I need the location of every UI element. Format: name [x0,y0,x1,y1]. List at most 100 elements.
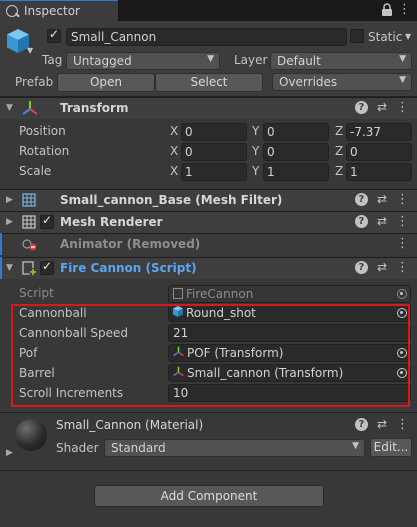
axis-y-label: Y [252,144,260,158]
mesh-renderer-enabled-checkbox[interactable] [40,213,54,229]
preset-sliders-icon[interactable]: ⇄ [377,215,387,228]
component-header-icons: ? ⇄ ⋮ [354,193,409,206]
script-add-icon [22,261,37,279]
component-header-icons: ? ⇄ ⋮ [354,101,409,114]
tab-label: Inspector [24,4,80,18]
axis-z-label: Z [335,164,344,178]
position-label: Position [19,124,66,138]
axis-x-label: X [170,164,179,178]
gameobject-header: ▼ Small_Cannon Static ▼ Tag Untagged ▼ L… [0,21,417,97]
component-menu-icon[interactable]: ⋮ [396,101,409,114]
rotation-z-field[interactable]: 0 [346,143,412,161]
object-name-field[interactable]: Small_Cannon [66,28,347,46]
tag-dropdown[interactable]: Untagged ▼ [66,52,220,70]
preset-sliders-icon[interactable]: ⇄ [377,261,387,274]
axis-z-label: Z [335,144,344,158]
object-picker-icon [397,289,407,299]
help-icon[interactable]: ? [354,261,368,274]
chevron-down-icon: ▼ [399,54,406,64]
foldout-collapsed-icon[interactable]: ▶ [6,217,13,227]
animator-removed-icon [22,237,38,254]
tab-inspector[interactable]: Inspector [0,0,118,21]
script-field: FireCannon [168,285,411,303]
mesh-filter-title: Small_cannon_Base (Mesh Filter) [60,193,283,207]
script-value: FireCannon [186,287,254,301]
tag-value: Untagged [73,54,132,68]
axis-y-label: Y [252,164,260,178]
layer-value: Default [277,54,321,68]
component-header-icons: ? ⇄ ⋮ [354,261,409,274]
mesh-renderer-title: Mesh Renderer [60,215,163,229]
axis-x-label: X [170,144,179,158]
preset-sliders-icon[interactable]: ⇄ [377,101,387,114]
help-icon[interactable]: ? [354,101,368,114]
prefab-open-button[interactable]: Open [57,73,155,92]
script-label: Script [19,286,54,300]
transform-header[interactable]: ▼ Transform ? ⇄ ⋮ [0,97,417,119]
component-menu-icon[interactable]: ⋮ [396,237,409,250]
position-x-field[interactable]: 0 [181,123,247,141]
tab-bar: Inspector ⋮ [0,0,417,21]
preset-sliders-icon[interactable]: ⇄ [377,418,387,431]
animator-removed-title: Animator (Removed) [60,237,201,251]
chevron-down-icon: ▼ [352,441,359,451]
static-checkbox[interactable] [350,29,364,43]
foldout-collapsed-icon[interactable]: ▶ [6,448,13,458]
component-menu-icon[interactable]: ⋮ [396,193,409,206]
shader-value: Standard [111,441,166,455]
animator-removed-header[interactable]: Animator (Removed) ⋮ [0,233,417,255]
foldout-expanded-icon[interactable]: ▼ [6,263,13,273]
shader-edit-button[interactable]: Edit... [370,438,412,457]
material-header-icons: ? ⇄ ⋮ [354,418,409,431]
override-indicator [0,257,2,279]
position-y-field[interactable]: 0 [263,123,329,141]
material-preview-sphere[interactable] [15,419,47,451]
prefab-overrides-dropdown[interactable]: Overrides ▼ [272,73,412,91]
scale-x-field[interactable]: 1 [181,163,247,181]
help-icon[interactable]: ? [354,193,368,206]
layer-dropdown[interactable]: Default ▼ [270,52,412,70]
foldout-expanded-icon[interactable]: ▼ [6,103,13,113]
lock-icon[interactable] [381,3,393,17]
scale-y-field[interactable]: 1 [263,163,329,181]
mesh-filter-icon [22,193,36,210]
scale-z-field[interactable]: 1 [346,163,412,181]
help-icon[interactable]: ? [354,418,368,431]
help-icon[interactable]: ? [354,215,368,228]
preset-sliders-icon[interactable]: ⇄ [377,193,387,206]
static-label: Static [368,30,403,44]
component-menu-icon[interactable]: ⋮ [396,215,409,228]
component-menu-icon[interactable]: ⋮ [396,418,409,431]
add-component-button[interactable]: Add Component [94,485,324,507]
transform-title: Transform [60,101,129,115]
foldout-collapsed-icon[interactable]: ▶ [6,195,13,205]
static-dropdown-caret-icon[interactable]: ▼ [405,32,411,41]
icon-dropdown-caret-icon[interactable]: ▼ [27,46,33,55]
component-header-icons: ⋮ [396,237,409,250]
fire-cannon-header[interactable]: ▼ Fire Cannon (Script) ? ⇄ ⋮ [0,257,417,279]
active-checkbox[interactable] [47,27,61,43]
scale-label: Scale [19,164,52,178]
rotation-x-field[interactable]: 0 [181,143,247,161]
axis-y-label: Y [252,124,260,138]
prefab-label: Prefab [15,75,54,89]
position-z-field[interactable]: -7.37 [346,123,412,141]
mesh-filter-header[interactable]: ▶ Small_cannon_Base (Mesh Filter) ? ⇄ ⋮ [0,189,417,211]
fire-cannon-enabled-checkbox[interactable] [40,259,54,275]
chevron-down-icon: ▼ [207,54,214,64]
prefab-select-button[interactable]: Select [155,73,263,92]
mesh-renderer-header[interactable]: ▶ Mesh Renderer ? ⇄ ⋮ [0,211,417,233]
shader-dropdown[interactable]: Standard ▼ [104,439,365,457]
component-menu-icon[interactable]: ⋮ [396,261,409,274]
divider [0,470,417,471]
inspector-icon [6,5,18,17]
rotation-y-field[interactable]: 0 [263,143,329,161]
overrides-value: Overrides [279,75,338,89]
mesh-renderer-icon [22,215,36,232]
fire-cannon-title: Fire Cannon (Script) [60,261,197,275]
rotation-label: Rotation [19,144,70,158]
tab-menu-icon[interactable]: ⋮ [398,3,411,16]
axis-x-label: X [170,124,179,138]
highlight-box [11,304,410,407]
shader-label: Shader [56,441,99,455]
